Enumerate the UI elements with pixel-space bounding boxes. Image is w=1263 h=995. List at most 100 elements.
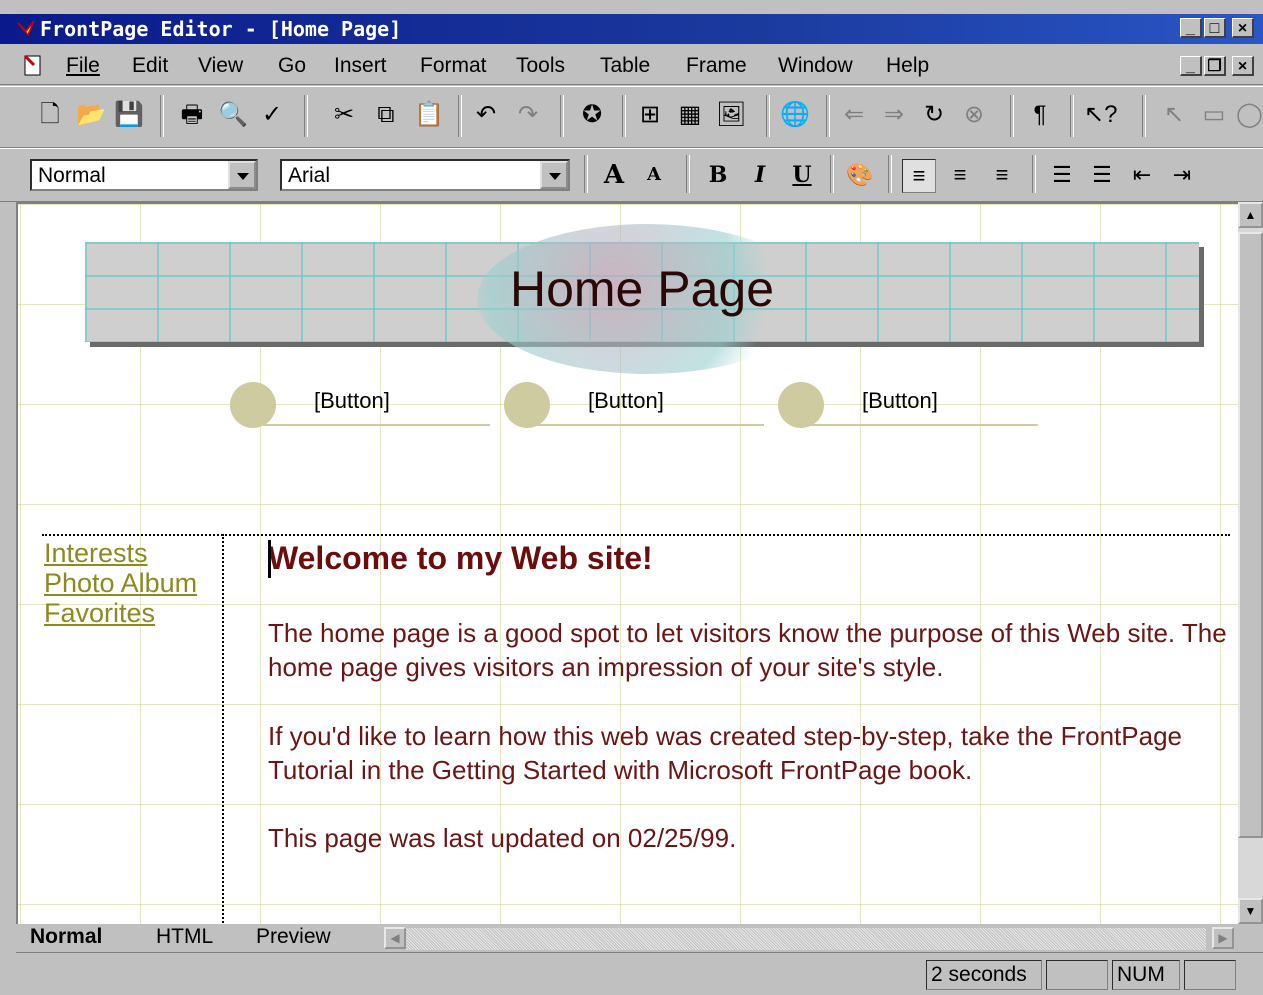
table-border-horizontal bbox=[42, 534, 1230, 536]
page-banner: Home Page bbox=[85, 224, 1199, 374]
copy-icon[interactable]: ⧉ bbox=[372, 101, 400, 129]
paragraph-marks-icon[interactable]: ¶ bbox=[1026, 101, 1054, 129]
menu-edit[interactable]: Edit bbox=[132, 54, 168, 78]
tab-normal[interactable]: Normal bbox=[30, 924, 102, 950]
nav-button-label: [Button] bbox=[588, 388, 664, 413]
tab-preview[interactable]: Preview bbox=[256, 924, 331, 950]
undo-icon[interactable]: ↶ bbox=[472, 101, 500, 129]
link-interests[interactable]: Interests bbox=[44, 538, 148, 569]
image-icon[interactable]: 🖼 bbox=[716, 101, 746, 129]
print-icon[interactable]: 🖶 bbox=[178, 101, 206, 129]
menu-file[interactable]: File bbox=[66, 54, 100, 78]
menu-help[interactable]: Help bbox=[886, 54, 929, 78]
insert-table-icon[interactable]: ▦ bbox=[676, 101, 704, 129]
new-icon[interactable]: 🗋 bbox=[36, 101, 64, 129]
button-underline bbox=[260, 424, 490, 426]
underline-icon[interactable]: U bbox=[786, 159, 818, 191]
scroll-left-icon[interactable]: ◀ bbox=[384, 927, 406, 949]
button-bullet-icon bbox=[504, 382, 550, 428]
paragraph-3[interactable]: This page was last updated on 02/25/99. bbox=[268, 821, 1228, 855]
page-heading[interactable]: Welcome to my Web site! bbox=[268, 540, 653, 577]
table-icon[interactable]: ⊞ bbox=[636, 101, 664, 129]
chevron-down-icon[interactable] bbox=[228, 161, 256, 189]
chevron-down-icon[interactable] bbox=[540, 161, 568, 189]
cut-icon[interactable]: ✂ bbox=[330, 101, 358, 129]
window-title: FrontPage Editor - [Home Page] bbox=[40, 17, 402, 41]
scroll-down-icon[interactable]: ▼ bbox=[1238, 898, 1263, 924]
toolbar-separator bbox=[160, 95, 164, 137]
vertical-scrollbar[interactable]: ▲ ▼ bbox=[1238, 202, 1263, 924]
align-left-icon[interactable]: ≡ bbox=[902, 159, 936, 193]
print-preview-icon[interactable]: 🔍 bbox=[218, 101, 248, 129]
close-button[interactable]: × bbox=[1232, 18, 1254, 38]
decrease-indent-icon[interactable]: ⇤ bbox=[1126, 159, 1158, 191]
maximize-button[interactable]: □ bbox=[1204, 18, 1226, 38]
menu-go[interactable]: Go bbox=[278, 54, 306, 78]
toolbar-separator bbox=[584, 155, 588, 193]
save-icon[interactable]: 💾 bbox=[114, 101, 144, 129]
help-icon[interactable]: ↖? bbox=[1084, 101, 1117, 129]
download-time-status: 2 seconds bbox=[926, 960, 1042, 990]
link-favorites[interactable]: Favorites bbox=[44, 598, 155, 629]
menu-insert[interactable]: Insert bbox=[334, 54, 387, 78]
menu-frame[interactable]: Frame bbox=[686, 54, 747, 78]
menu-tools[interactable]: Tools bbox=[516, 54, 565, 78]
doc-minimize-button[interactable]: _ bbox=[1180, 56, 1202, 76]
editor-canvas[interactable]: Home Page [Button] [Button] [Button] Int… bbox=[16, 202, 1240, 926]
horizontal-scrollbar[interactable] bbox=[406, 928, 1206, 950]
title-bar: FrontPage Editor - [Home Page] _ □ × bbox=[0, 14, 1263, 44]
align-right-icon[interactable]: ≡ bbox=[986, 159, 1018, 191]
oval-icon[interactable]: ◯ bbox=[1236, 101, 1263, 129]
scroll-thumb[interactable] bbox=[1238, 232, 1263, 838]
align-center-icon[interactable]: ≡ bbox=[944, 159, 976, 191]
pointer-icon[interactable]: ↖ bbox=[1160, 101, 1188, 129]
frontpage-app-icon[interactable] bbox=[16, 19, 36, 39]
tab-html[interactable]: HTML bbox=[156, 924, 213, 950]
document-icon[interactable] bbox=[22, 53, 44, 77]
format-toolbar: Normal Arial A A B I U 🎨 ≡ ≡ ≡ ☰ ☰ ⇤ ⇥ bbox=[0, 148, 1263, 202]
forward-icon[interactable]: ⇒ bbox=[880, 101, 908, 129]
rectangle-icon[interactable]: ▭ bbox=[1200, 101, 1228, 129]
stop-icon[interactable]: ⊗ bbox=[960, 101, 988, 129]
hyperlink-icon[interactable]: 🌐 bbox=[780, 101, 810, 129]
paragraph-1[interactable]: The home page is a good spot to let visi… bbox=[268, 616, 1228, 684]
webbot-icon[interactable]: ✪ bbox=[578, 101, 606, 129]
back-icon[interactable]: ⇐ bbox=[840, 101, 868, 129]
redo-icon[interactable]: ↷ bbox=[514, 101, 542, 129]
link-photo-album[interactable]: Photo Album bbox=[44, 568, 197, 599]
scroll-up-icon[interactable]: ▲ bbox=[1238, 202, 1263, 228]
minimize-button[interactable]: _ bbox=[1180, 18, 1202, 38]
bulleted-list-icon[interactable]: ☰ bbox=[1086, 159, 1118, 191]
view-tabs-bar: Normal HTML Preview ◀ ▶ bbox=[16, 924, 1263, 953]
font-select[interactable]: Arial bbox=[280, 159, 570, 191]
nav-button-label: [Button] bbox=[314, 388, 390, 413]
refresh-icon[interactable]: ↻ bbox=[920, 101, 948, 129]
menu-table[interactable]: Table bbox=[600, 54, 650, 78]
button-underline bbox=[808, 424, 1038, 426]
numbered-list-icon[interactable]: ☰ bbox=[1046, 159, 1078, 191]
menu-view[interactable]: View bbox=[198, 54, 243, 78]
nav-button-1[interactable]: [Button] bbox=[230, 374, 490, 428]
decrease-font-icon[interactable]: A bbox=[638, 159, 670, 191]
increase-font-icon[interactable]: A bbox=[598, 159, 630, 191]
open-icon[interactable]: 📂 bbox=[76, 101, 106, 129]
text-cursor bbox=[268, 540, 271, 578]
spelling-icon[interactable]: ✓ bbox=[258, 101, 286, 129]
style-select-value: Normal bbox=[38, 164, 106, 187]
nav-button-3[interactable]: [Button] bbox=[778, 374, 1038, 428]
menu-format[interactable]: Format bbox=[420, 54, 487, 78]
style-select[interactable]: Normal bbox=[30, 159, 258, 191]
toolbar-separator bbox=[888, 155, 892, 193]
toolbar-separator bbox=[1032, 155, 1036, 193]
doc-close-button[interactable]: × bbox=[1232, 56, 1254, 76]
scroll-right-icon[interactable]: ▶ bbox=[1212, 927, 1234, 949]
paste-icon[interactable]: 📋 bbox=[414, 101, 444, 129]
text-color-icon[interactable]: 🎨 bbox=[844, 159, 876, 191]
nav-button-2[interactable]: [Button] bbox=[504, 374, 764, 428]
doc-restore-button[interactable]: ❐ bbox=[1204, 56, 1226, 76]
italic-icon[interactable]: I bbox=[744, 159, 776, 191]
menu-window[interactable]: Window bbox=[778, 54, 853, 78]
increase-indent-icon[interactable]: ⇥ bbox=[1166, 159, 1198, 191]
paragraph-2[interactable]: If you'd like to learn how this web was … bbox=[268, 719, 1228, 787]
bold-icon[interactable]: B bbox=[702, 159, 734, 191]
